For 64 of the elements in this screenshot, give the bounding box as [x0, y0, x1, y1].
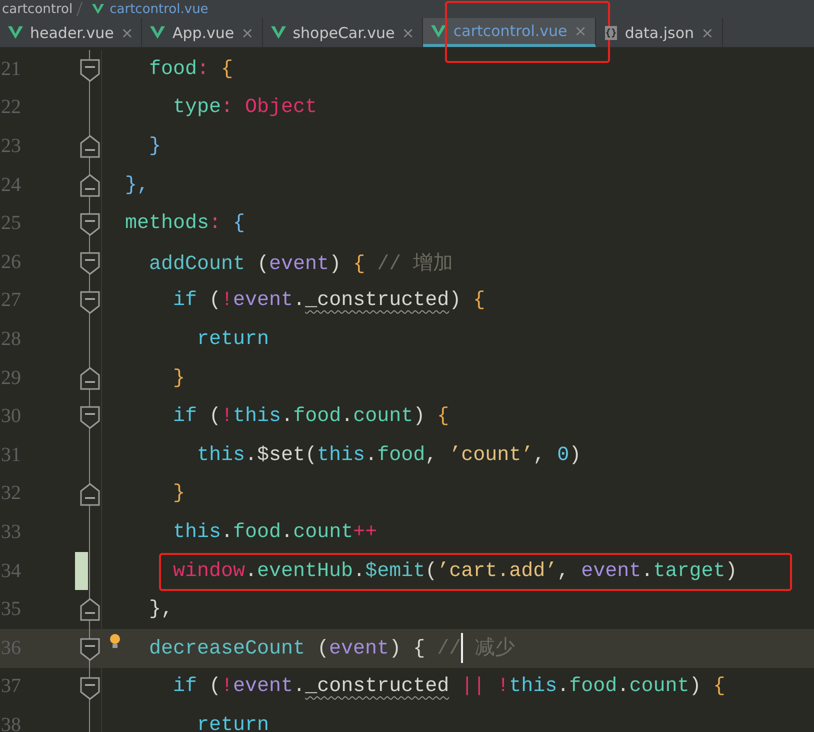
line-number: 28: [0, 328, 22, 351]
close-icon[interactable]: ×: [574, 22, 587, 40]
fold-icon[interactable]: [79, 636, 101, 661]
fold-icon[interactable]: [79, 405, 101, 430]
code-line: this.$set(this.food, ’count’, 0): [196, 444, 582, 467]
fold-icon[interactable]: [79, 174, 101, 198]
fold-icon[interactable]: [79, 482, 101, 507]
line-number: 29: [0, 366, 22, 390]
line-number: 38: [0, 714, 22, 732]
vue-icon: [150, 26, 166, 39]
line-number: 23: [0, 134, 22, 158]
code-line: }: [172, 366, 186, 390]
fold-icon[interactable]: [79, 598, 101, 622]
line-number: 25: [0, 212, 22, 236]
fold-icon[interactable]: [79, 58, 101, 82]
line-number: 22: [0, 96, 22, 120]
breadcrumb-item[interactable]: cartcontrol: [2, 2, 73, 16]
fold-icon[interactable]: [79, 212, 101, 236]
editor-tab[interactable]: header.vue ×: [0, 18, 142, 47]
editor-tab[interactable]: data.json ×: [596, 18, 723, 47]
code-line: addCount (event) { // 增加: [148, 252, 454, 276]
fold-icon[interactable]: [79, 290, 101, 314]
code-line: this.food.count++: [172, 520, 378, 544]
editor-tab[interactable]: App.vue ×: [142, 18, 263, 47]
fold-icon[interactable]: [79, 250, 101, 275]
line-number: 24: [0, 174, 22, 197]
line-number: 21: [0, 58, 22, 81]
code-line: if (!this.food.count) {: [172, 405, 450, 428]
line-number: 33: [0, 520, 22, 544]
code-line: return: [196, 328, 270, 351]
close-icon[interactable]: ×: [402, 24, 414, 42]
close-icon[interactable]: ×: [701, 24, 714, 42]
vue-icon: [92, 4, 104, 14]
line-number: 34: [0, 560, 22, 583]
line-number: 30: [0, 405, 22, 428]
code-line: }: [172, 482, 186, 506]
line-number: 32: [0, 482, 22, 506]
fold-icon[interactable]: [79, 366, 101, 391]
fold-icon[interactable]: [79, 135, 101, 160]
code-line: if (!event._constructed || !this.food.count) {: [172, 675, 726, 698]
code-line: return: [196, 714, 270, 732]
fold-icon[interactable]: [79, 676, 101, 700]
vue-icon: [8, 26, 23, 39]
code-line: type: Object: [172, 96, 318, 120]
vue-icon: [431, 24, 446, 38]
code-line: }: [148, 134, 162, 158]
breadcrumb-item[interactable]: cartcontrol.vue: [110, 2, 208, 16]
editor-tab[interactable]: cartcontrol.vue ×: [423, 18, 596, 47]
code-line: methods: {: [125, 212, 246, 236]
line-number: 37: [0, 675, 22, 698]
vue-icon: [270, 26, 286, 39]
line-number: 27: [0, 289, 22, 312]
code-line: if (!event._constructed) {: [172, 289, 486, 312]
code-line: food: {: [148, 58, 234, 81]
code-line: },: [148, 598, 174, 622]
close-icon[interactable]: ×: [120, 24, 134, 42]
code-line: },: [125, 174, 150, 197]
line-number: 26: [0, 250, 22, 274]
lightbulb-icon[interactable]: [109, 632, 121, 649]
line-number: 31: [0, 444, 22, 467]
close-icon[interactable]: ×: [241, 24, 254, 42]
code-line: window.eventHub.$emit(’cart.add’, event.target): [172, 560, 738, 583]
line-number: 35: [0, 598, 22, 622]
json-file-icon: [604, 24, 618, 40]
